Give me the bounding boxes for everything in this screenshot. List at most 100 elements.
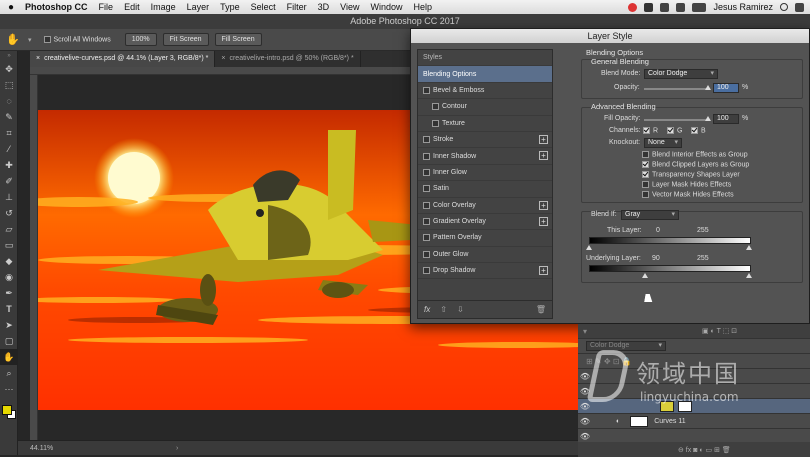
shape-tool-icon[interactable]: ▢ — [0, 333, 18, 349]
scroll-all-windows-checkbox[interactable]: Scroll All Windows — [43, 35, 111, 43]
checkbox-icon[interactable] — [423, 152, 430, 160]
checkbox-icon[interactable] — [423, 218, 430, 226]
dropbox-icon[interactable] — [644, 2, 654, 12]
style-contour[interactable]: Contour — [418, 99, 552, 116]
color-swatches[interactable] — [0, 401, 17, 427]
style-inner-glow[interactable]: Inner Glow — [418, 165, 552, 182]
search-icon[interactable] — [780, 3, 788, 11]
transparency-shapes-option[interactable]: Transparency Shapes Layer — [642, 171, 740, 178]
style-pattern-overlay[interactable]: Pattern Overlay — [418, 230, 552, 247]
menu-view[interactable]: View — [340, 2, 359, 12]
checkbox-icon[interactable] — [423, 136, 430, 144]
add-inner-shadow-icon[interactable]: + — [539, 151, 548, 161]
zoom-100-button[interactable]: 100% — [124, 33, 157, 46]
lasso-tool-icon[interactable]: ◌ — [0, 93, 18, 109]
tool-preset-chevron-icon[interactable]: ▾ — [28, 36, 32, 44]
layer-row[interactable]: ▾ ▣ ◐ T ⬚ ⊡ — [578, 324, 810, 339]
blur-tool-icon[interactable]: ◆ — [0, 253, 18, 269]
checkbox-icon[interactable] — [423, 267, 430, 275]
channel-b-checkbox[interactable]: B — [691, 127, 706, 134]
tab-curves-doc[interactable]: × creativelive-curves.psd @ 44.1% (Layer … — [30, 51, 216, 67]
style-bevel-emboss[interactable]: Bevel & Emboss — [418, 83, 552, 100]
menu-list-icon[interactable] — [795, 2, 804, 12]
zoom-tool-icon[interactable]: ⌕ — [0, 365, 18, 381]
checkbox-icon[interactable] — [423, 201, 430, 209]
style-gradient-overlay[interactable]: Gradient Overlay + — [418, 214, 552, 231]
path-select-tool-icon[interactable]: ➤ — [0, 317, 18, 333]
checkbox-icon[interactable] — [423, 168, 430, 176]
quick-select-tool-icon[interactable]: ✎ — [0, 109, 18, 125]
crop-tool-icon[interactable]: ⌗ — [0, 125, 18, 141]
menu-file[interactable]: File — [99, 2, 114, 12]
channel-g-checkbox[interactable]: G — [667, 127, 682, 134]
blend-clipped-layers-option[interactable]: Blend Clipped Layers as Group — [642, 161, 749, 168]
close-icon[interactable]: × — [221, 55, 225, 62]
style-outer-glow[interactable]: Outer Glow — [418, 247, 552, 264]
fill-screen-button[interactable]: Fill Screen — [214, 33, 262, 46]
clone-stamp-tool-icon[interactable]: ⊥ — [0, 189, 18, 205]
style-satin[interactable]: Satin — [418, 181, 552, 198]
hand-tool-icon-panel[interactable]: ✋ — [0, 349, 18, 365]
eyedropper-tool-icon[interactable]: ⁄ — [0, 141, 18, 157]
opacity-slider-thumb[interactable] — [705, 85, 711, 90]
hand-tool-icon[interactable]: ✋ — [6, 33, 22, 46]
underlying-layer-white-thumb[interactable] — [746, 273, 752, 278]
checkbox-icon[interactable] — [423, 234, 430, 242]
move-down-icon[interactable]: ⇩ — [457, 305, 464, 314]
brush-tool-icon[interactable]: ✐ — [0, 173, 18, 189]
styles-header[interactable]: Styles — [418, 50, 552, 67]
history-brush-tool-icon[interactable]: ↺ — [0, 205, 18, 221]
foreground-color-swatch[interactable] — [2, 405, 12, 415]
airplay-icon[interactable] — [660, 2, 670, 12]
style-color-overlay[interactable]: Color Overlay + — [418, 198, 552, 214]
underlying-layer-gradient[interactable] — [589, 265, 751, 272]
zoom-level[interactable]: 44.11% — [30, 445, 53, 452]
checkbox-icon[interactable] — [432, 103, 439, 111]
more-tools-icon[interactable]: ··· — [0, 381, 18, 397]
menu-photoshop[interactable]: Photoshop CC — [25, 2, 88, 12]
pen-tool-icon[interactable]: ✒ — [0, 285, 18, 301]
vector-mask-hides-option[interactable]: Vector Mask Hides Effects — [642, 191, 734, 198]
menu-type[interactable]: Type — [220, 2, 240, 12]
menu-image[interactable]: Image — [151, 2, 176, 12]
layer-row-curves[interactable]: 👁 ◐ Curves 11 — [578, 414, 810, 429]
fill-opacity-slider[interactable] — [644, 119, 710, 121]
apple-icon[interactable]: ● — [8, 2, 14, 13]
checkbox-icon[interactable] — [423, 250, 430, 258]
status-arrow-icon[interactable]: › — [176, 441, 178, 456]
menu-edit[interactable]: Edit — [124, 2, 140, 12]
fill-opacity-slider-thumb[interactable] — [705, 116, 711, 121]
add-gradient-overlay-icon[interactable]: + — [539, 216, 548, 226]
move-up-icon[interactable]: ⇧ — [440, 305, 447, 314]
style-blending-options[interactable]: Blending Options — [418, 66, 552, 83]
layer-mask-hides-option[interactable]: Layer Mask Hides Effects — [642, 181, 731, 188]
eye-icon[interactable]: 👁 — [578, 372, 592, 381]
eye-icon[interactable]: 👁 — [578, 417, 592, 426]
checkbox-icon[interactable] — [432, 119, 439, 127]
dodge-tool-icon[interactable]: ◉ — [0, 269, 18, 285]
battery-icon[interactable] — [692, 2, 707, 12]
eye-icon[interactable]: 👁 — [578, 402, 592, 411]
layer-name[interactable]: Curves 11 — [654, 418, 685, 425]
layers-filter-icons[interactable]: ▣ ◐ T ⬚ ⊡ — [702, 327, 737, 335]
add-stroke-icon[interactable]: + — [539, 134, 548, 144]
dialog-title-bar[interactable]: Layer Style — [411, 29, 809, 43]
knockout-select[interactable]: None — [644, 138, 682, 148]
gradient-tool-icon[interactable]: ▭ — [0, 237, 18, 253]
type-tool-icon[interactable]: T — [0, 301, 18, 317]
chevron-down-icon[interactable]: ▾ — [578, 327, 592, 336]
opacity-slider[interactable] — [644, 88, 710, 90]
close-icon[interactable]: × — [36, 55, 40, 62]
eraser-tool-icon[interactable]: ▱ — [0, 221, 18, 237]
fill-opacity-input[interactable]: 100 — [713, 114, 739, 124]
underlying-layer-black-thumb[interactable] — [642, 273, 648, 278]
blend-interior-effects-option[interactable]: Blend Interior Effects as Group — [642, 151, 748, 158]
menu-3d[interactable]: 3D — [318, 2, 330, 12]
tab-intro-doc[interactable]: × creativelive-intro.psd @ 50% (RGB/8*) * — [215, 51, 361, 67]
menu-filter[interactable]: Filter — [287, 2, 307, 12]
style-texture[interactable]: Texture — [418, 116, 552, 132]
this-layer-gradient[interactable] — [589, 237, 751, 244]
fit-screen-button[interactable]: Fit Screen — [162, 33, 209, 46]
style-stroke[interactable]: Stroke + — [418, 132, 552, 149]
menu-window[interactable]: Window — [371, 2, 403, 12]
